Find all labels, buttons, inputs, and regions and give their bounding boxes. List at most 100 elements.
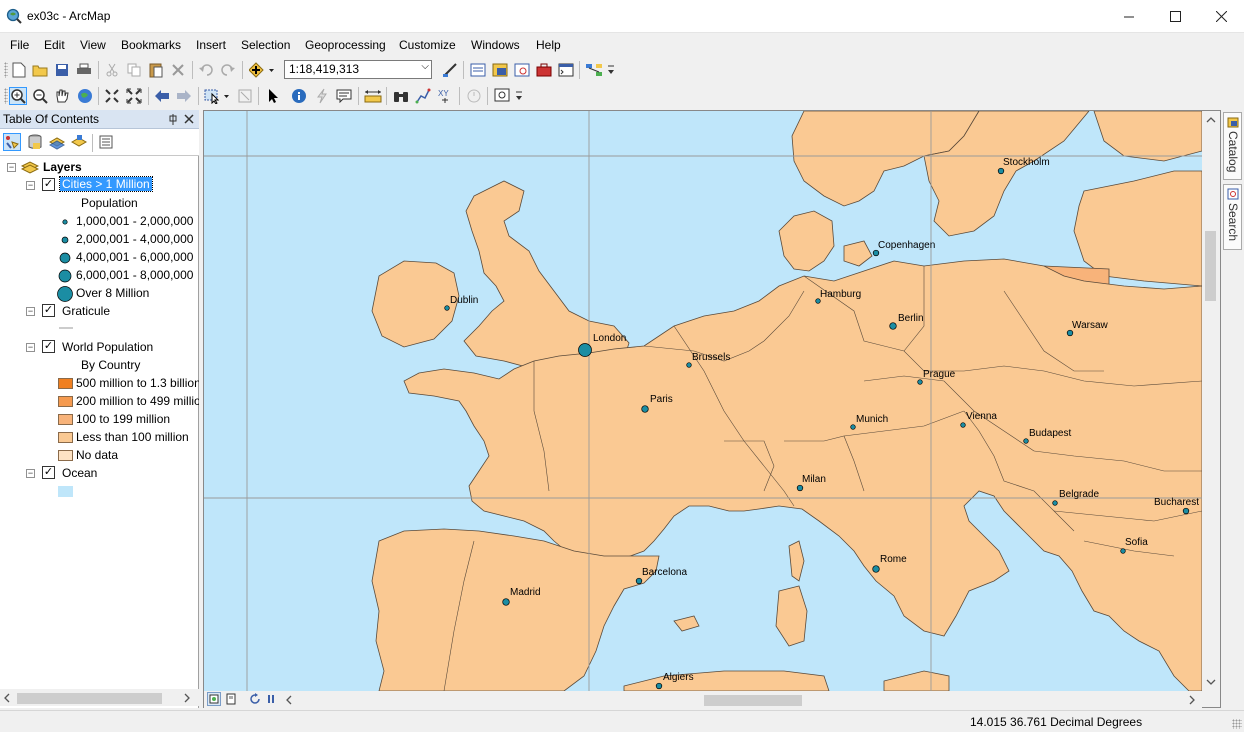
clear-selection-button[interactable] (236, 87, 254, 105)
collapse-icon[interactable]: − (26, 469, 35, 478)
list-by-drawing-order-button[interactable] (3, 133, 21, 151)
copy-button[interactable] (125, 61, 143, 79)
find-button[interactable] (392, 87, 410, 105)
layout-view-button[interactable] (224, 692, 238, 706)
search-window-button[interactable] (513, 61, 531, 79)
chevron-up-icon[interactable] (1206, 117, 1216, 123)
identify-button[interactable] (290, 87, 308, 105)
select-elements-button[interactable] (264, 87, 282, 105)
layer-cities[interactable]: − ✓ Cities > 1 Million (0, 176, 199, 194)
create-viewer-button[interactable] (493, 87, 511, 105)
time-slider-button[interactable] (465, 87, 483, 105)
chevron-down-icon[interactable] (1206, 679, 1216, 685)
layer-graticule[interactable]: − ✓ Graticule (0, 302, 199, 320)
add-data-button[interactable] (248, 61, 276, 79)
menu-geoprocessing[interactable]: Geoprocessing (305, 38, 386, 52)
list-by-visibility-button[interactable] (48, 133, 66, 151)
chevron-left-icon[interactable] (286, 695, 292, 705)
menu-view[interactable]: View (80, 38, 106, 52)
hyperlink-button[interactable] (313, 87, 331, 105)
toc-window-button[interactable] (469, 61, 487, 79)
fixed-zoom-in-button[interactable] (103, 87, 121, 105)
toc-options-button[interactable] (97, 133, 115, 151)
zoom-out-button[interactable] (31, 87, 49, 105)
cut-button[interactable] (103, 61, 121, 79)
forward-extent-button[interactable] (175, 87, 193, 105)
map-vertical-scrollbar[interactable] (1202, 111, 1220, 691)
list-by-selection-button[interactable] (70, 133, 88, 151)
menu-file[interactable]: File (10, 38, 29, 52)
data-view-button[interactable] (207, 692, 221, 706)
map-vertical-scroll-thumb[interactable] (1205, 231, 1216, 301)
collapse-icon[interactable]: − (7, 163, 16, 172)
menu-edit[interactable]: Edit (44, 38, 65, 52)
search-tab[interactable]: Search (1223, 184, 1242, 250)
back-extent-button[interactable] (153, 87, 171, 105)
layer-world-population[interactable]: − ✓ World Population (0, 338, 199, 356)
print-button[interactable] (75, 61, 93, 79)
chevron-right-icon[interactable] (1189, 695, 1195, 705)
layer-world-population-name[interactable]: World Population (62, 340, 153, 354)
pin-icon[interactable] (168, 114, 178, 125)
find-route-button[interactable] (414, 87, 432, 105)
html-popup-button[interactable] (335, 87, 353, 105)
tools-toolbar-options-button[interactable] (514, 87, 524, 105)
catalog-window-button[interactable] (491, 61, 509, 79)
map-horizontal-scroll-thumb[interactable] (704, 695, 802, 706)
editor-toolbar-button[interactable] (441, 61, 459, 79)
create-viewer-icon (494, 88, 510, 102)
paste-button[interactable] (147, 61, 165, 79)
arctoolbox-button[interactable] (535, 61, 553, 79)
layer-graticule-visibility-checkbox[interactable]: ✓ (42, 304, 55, 317)
collapse-icon[interactable]: − (26, 181, 35, 190)
zoom-in-button[interactable] (9, 87, 27, 105)
chevron-left-icon[interactable] (4, 693, 10, 703)
close-button[interactable] (1198, 0, 1244, 32)
toc-scroll-thumb[interactable] (17, 693, 162, 704)
modelbuilder-button[interactable] (585, 61, 603, 79)
refresh-view-button[interactable] (248, 692, 262, 706)
layer-ocean-visibility-checkbox[interactable]: ✓ (42, 466, 55, 479)
maximize-button[interactable] (1152, 0, 1198, 32)
menu-insert[interactable]: Insert (196, 38, 226, 52)
layer-ocean-name[interactable]: Ocean (62, 466, 97, 480)
catalog-tab[interactable]: Catalog (1223, 112, 1242, 180)
chevron-right-icon[interactable] (184, 693, 190, 703)
menu-customize[interactable]: Customize (399, 38, 456, 52)
python-window-button[interactable] (557, 61, 575, 79)
layer-ocean[interactable]: − ✓ Ocean (0, 464, 199, 482)
menu-selection[interactable]: Selection (241, 38, 290, 52)
new-document-button[interactable] (10, 61, 28, 79)
list-by-source-button[interactable] (26, 133, 44, 151)
map-scale-combobox[interactable]: 1:18,419,313 ⌵ (284, 60, 432, 79)
undo-button[interactable] (197, 61, 215, 79)
layer-world-population-visibility-checkbox[interactable]: ✓ (42, 340, 55, 353)
open-button[interactable] (31, 61, 49, 79)
menu-windows[interactable]: Windows (471, 38, 520, 52)
pan-button[interactable] (53, 87, 71, 105)
menu-bookmarks[interactable]: Bookmarks (121, 38, 181, 52)
modelbuilder-icon (586, 64, 602, 76)
go-to-xy-button[interactable]: XY (436, 87, 454, 105)
measure-button[interactable] (364, 87, 382, 105)
close-icon[interactable] (184, 114, 194, 124)
redo-button[interactable] (219, 61, 237, 79)
layers-root[interactable]: − Layers (0, 158, 199, 176)
collapse-icon[interactable]: − (26, 343, 35, 352)
toc-horizontal-scrollbar[interactable] (0, 689, 199, 706)
full-extent-button[interactable] (76, 87, 94, 105)
map-canvas[interactable]: Stockholm Copenhagen Hamburg Berlin Wars… (204, 111, 1202, 691)
collapse-icon[interactable]: − (26, 307, 35, 316)
pause-drawing-button[interactable] (264, 692, 278, 706)
fixed-zoom-out-button[interactable] (125, 87, 143, 105)
toolbar-options-button[interactable] (606, 61, 616, 79)
delete-button[interactable] (169, 61, 187, 79)
minimize-button[interactable] (1106, 0, 1152, 32)
save-button[interactable] (53, 61, 71, 79)
layer-graticule-name[interactable]: Graticule (62, 304, 110, 318)
select-features-button[interactable] (203, 87, 231, 105)
layer-cities-visibility-checkbox[interactable]: ✓ (42, 178, 55, 191)
resize-grip-icon[interactable] (1232, 719, 1242, 729)
layer-cities-name[interactable]: Cities > 1 Million (59, 176, 153, 192)
menu-help[interactable]: Help (536, 38, 561, 52)
